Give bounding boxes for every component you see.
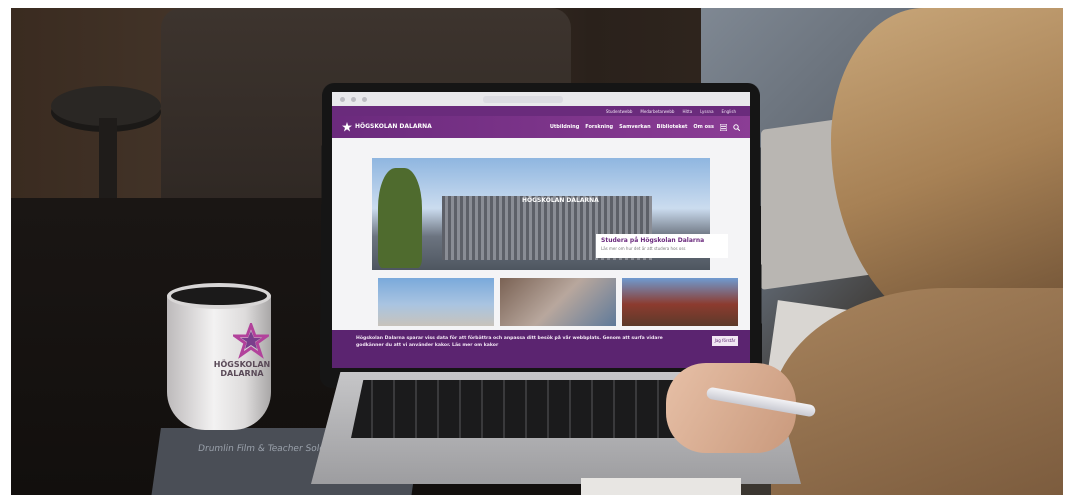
star-logo-icon xyxy=(233,323,269,359)
top-link[interactable]: Medarbetarwebb xyxy=(640,109,674,114)
hero-title: Studera på Högskolan Dalarna xyxy=(601,237,705,244)
url-bar[interactable] xyxy=(483,95,563,103)
top-link[interactable]: English xyxy=(722,109,736,114)
hero-subtitle: Läs mer om hur det är att studera hos os… xyxy=(601,246,686,251)
site-header: HÖGSKOLAN DALARNA Utbildning Forskning S… xyxy=(332,116,750,138)
search-icon[interactable] xyxy=(733,123,740,131)
thumbnail-row xyxy=(378,278,738,326)
cookie-banner: Högskolan Dalarna sparar viss data för a… xyxy=(332,330,750,368)
thumbnail-image[interactable] xyxy=(622,278,738,326)
cookie-accept-button[interactable]: Jag förstår xyxy=(712,336,738,346)
mug-top xyxy=(167,283,271,309)
nav-item[interactable]: Samverkan xyxy=(619,124,651,130)
hero-image[interactable]: HÖGSKOLAN DALARNA Studera på Högskolan D… xyxy=(372,158,728,270)
nav-item[interactable]: Om oss xyxy=(693,124,714,130)
logo-text: HÖGSKOLAN DALARNA xyxy=(355,123,432,130)
main-nav: Utbildning Forskning Samverkan Bibliotek… xyxy=(550,123,740,131)
laptop-screen: Studentwebb Medarbetarwebb Hitta Lyssna … xyxy=(332,92,750,368)
hero-caption[interactable]: Studera på Högskolan Dalarna Läs mer om … xyxy=(596,234,728,258)
nav-item[interactable]: Biblioteket xyxy=(657,124,688,130)
booklet-text: Drumlin Film & Teacher Sole xyxy=(197,444,326,454)
browser-bar xyxy=(332,92,750,106)
cookie-text: Högskolan Dalarna sparar viss data för a… xyxy=(356,336,663,348)
browser-dot xyxy=(362,96,367,102)
top-links: Studentwebb Medarbetarwebb Hitta Lyssna … xyxy=(332,106,750,116)
top-link[interactable]: Hitta xyxy=(682,109,692,114)
card xyxy=(581,478,741,495)
browser-dot xyxy=(351,96,356,102)
site-logo[interactable]: HÖGSKOLAN DALARNA xyxy=(342,122,432,132)
top-link[interactable]: Studentwebb xyxy=(606,109,633,114)
thumbnail-image[interactable] xyxy=(378,278,494,326)
star-icon xyxy=(342,122,352,132)
photo: Drumlin Film & Teacher Sole HÖGSKOLAN DA… xyxy=(11,8,1063,495)
menu-icon[interactable] xyxy=(720,123,727,131)
tree xyxy=(378,168,422,268)
thumbnail-image[interactable] xyxy=(500,278,616,326)
building-logo: HÖGSKOLAN DALARNA xyxy=(522,197,599,204)
nav-item[interactable]: Utbildning xyxy=(550,124,579,130)
browser-dot xyxy=(340,96,345,102)
mug-text: HÖGSKOLAN DALARNA xyxy=(213,360,271,378)
nav-item[interactable]: Forskning xyxy=(585,124,613,130)
top-link[interactable]: Lyssna xyxy=(700,109,713,114)
